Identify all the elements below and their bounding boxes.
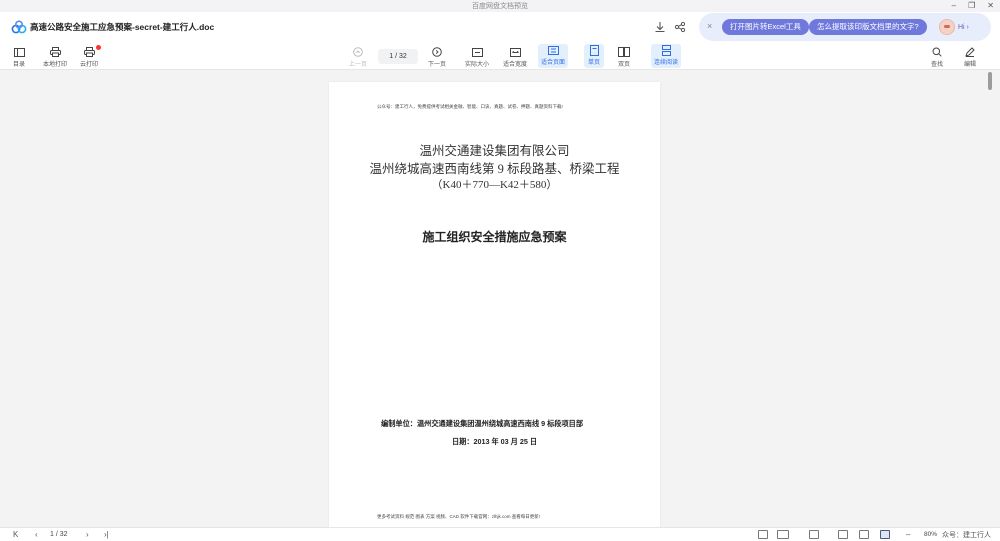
extract-text-chip[interactable]: 怎么提取该印版文档里的文字? (809, 19, 927, 35)
next-page-small-button[interactable]: › (86, 529, 89, 541)
fit-width-icon (508, 46, 522, 58)
window-titlebar: 百度网盘文档预览 – ❐ ✕ (0, 0, 1000, 12)
single-page-label: 单页 (587, 60, 600, 66)
single-page-button[interactable]: 单页 (584, 44, 604, 68)
status-bar: K ‹ 1 / 32 › ›| – 80% (0, 527, 1000, 541)
restore-button[interactable]: ❐ (968, 0, 975, 12)
ai-greeting-label: Hi › (958, 23, 969, 31)
continuous-reading-button[interactable]: 连续阅读 (651, 44, 682, 68)
cloud-print-label: 云打印 (80, 62, 99, 68)
document-page: 公众号：建工行人，免费提供考试相关金融、智能、口诀、真题、试卷、押题、真题资料下… (329, 82, 660, 532)
assistant-avatar-icon (939, 19, 955, 35)
ai-bar-close-icon[interactable]: × (707, 21, 712, 31)
document-title: 高速公路安全施工应急预案-secret-建工行人.doc (30, 22, 215, 32)
vertical-scrollbar[interactable] (992, 70, 1000, 527)
first-page-button[interactable]: K (13, 529, 18, 541)
document-date: 日期：2013 年 03 月 25 日 (451, 437, 538, 446)
local-print-label: 本地打印 (43, 62, 68, 68)
fit-width-button[interactable]: 适合宽度 (503, 46, 527, 70)
actual-size-icon (470, 46, 484, 58)
ai-greeting[interactable]: Hi › (939, 18, 969, 36)
minimize-button[interactable]: – (952, 0, 956, 12)
toolbar (0, 42, 1000, 70)
fit-width-label: 适合宽度 (503, 62, 528, 68)
window-controls: – ❐ ✕ (952, 0, 994, 12)
search-button[interactable]: 查找 (930, 46, 944, 70)
arrow-right-circle-icon (430, 46, 444, 58)
plan-title: 施工组织安全措施应急预案 (422, 230, 567, 244)
single-page-icon (587, 44, 601, 56)
toc-button[interactable]: 目录 (12, 46, 26, 70)
window-title: 百度网盘文档预览 (472, 3, 528, 10)
prev-page-label: 上一页 (349, 62, 368, 68)
page-header-text: 公众号：建工行人，免费提供考试相关金融、智能、口诀、真题、试卷、押题、真题资料下… (377, 104, 563, 109)
actual-size-view-icon[interactable] (838, 530, 848, 539)
status-page-indicator[interactable]: 1 / 32 (50, 529, 68, 541)
continuous-scroll-icon (659, 44, 673, 56)
download-icon[interactable] (652, 19, 668, 35)
edit-label: 编辑 (963, 62, 976, 68)
close-window-button[interactable]: ✕ (987, 0, 994, 12)
notification-dot (96, 45, 101, 50)
next-page-button[interactable]: 下一页 (428, 46, 446, 70)
arrow-up-circle-icon (351, 46, 365, 58)
fit-page-button[interactable]: 适合页面 (538, 44, 569, 68)
excel-tool-chip[interactable]: 打开图片转Excel工具 (722, 19, 809, 35)
edit-button[interactable]: 编辑 (963, 46, 977, 70)
last-page-button[interactable]: ›| (104, 529, 109, 541)
mileage-range: （K40＋770—K42＋580） (431, 179, 558, 191)
page-footer-text: 更多考试资料 规范 图表 方案 视频、CAD 软件下载官网：zlhjk.com … (377, 514, 541, 519)
cloud-printer-icon (82, 46, 96, 58)
search-label: 查找 (930, 62, 943, 68)
fit-page-label: 适合页面 (541, 60, 566, 66)
single-view-icon[interactable] (758, 530, 768, 539)
zoom-level[interactable]: 80% (924, 529, 937, 541)
compiling-unit: 编制单位：温州交通建设集团温州绕城高速西南线 9 标段项目部 (381, 419, 584, 428)
project-name: 温州绕城高速西南线第 9 标段路基、桥梁工程 (369, 162, 620, 176)
continuous-view-icon[interactable] (809, 530, 819, 539)
double-view-icon[interactable] (777, 530, 789, 539)
watermark-text: 众号：建工行人 (942, 532, 991, 539)
printer-icon (48, 46, 62, 58)
zoom-out-button[interactable]: – (906, 529, 910, 541)
local-print-button[interactable]: 本地打印 (43, 46, 67, 70)
double-page-icon (617, 46, 631, 58)
pencil-icon (963, 46, 977, 58)
actual-size-label: 实际大小 (465, 62, 490, 68)
fit-page-icon (546, 44, 560, 56)
fit-page-view-icon[interactable] (880, 530, 890, 539)
next-page-label: 下一页 (428, 62, 447, 68)
company-name: 温州交通建设集团有限公司 (419, 144, 570, 158)
fit-width-view-icon[interactable] (859, 530, 869, 539)
search-icon (930, 46, 944, 58)
sidebar-icon (12, 46, 26, 58)
prev-page-small-button[interactable]: ‹ (35, 529, 38, 541)
scrollbar-thumb[interactable] (988, 72, 992, 90)
actual-size-button[interactable]: 实际大小 (465, 46, 489, 70)
prev-page-button[interactable]: 上一页 (349, 46, 367, 70)
cloud-print-button[interactable]: 云打印 (80, 46, 98, 70)
baidu-netdisk-logo-icon (11, 20, 27, 34)
double-page-button[interactable]: 双页 (617, 46, 631, 70)
double-page-label: 双页 (617, 62, 630, 68)
share-icon[interactable] (672, 19, 688, 35)
page-indicator-input[interactable]: 1 / 32 (378, 49, 418, 64)
continuous-reading-label: 连续阅读 (654, 60, 679, 66)
toc-label: 目录 (12, 62, 25, 68)
